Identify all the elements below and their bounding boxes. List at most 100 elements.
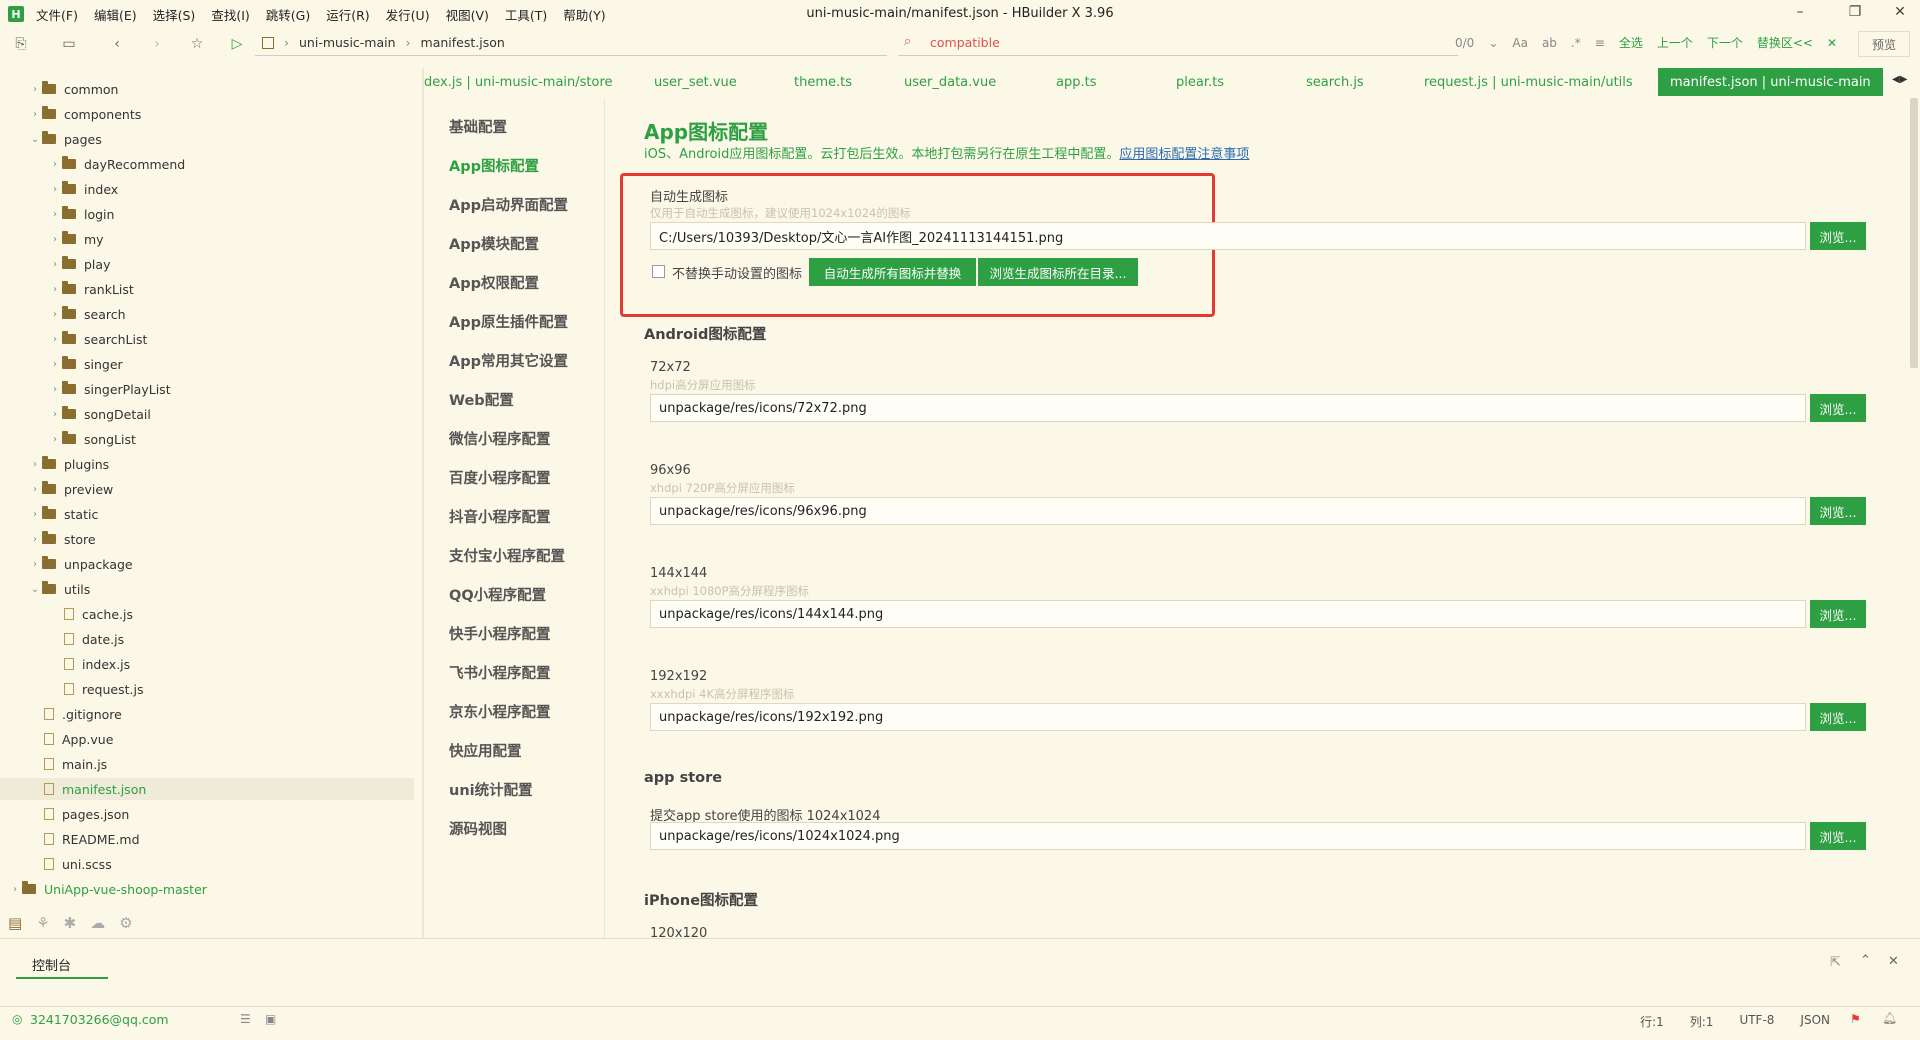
editor-tab[interactable]: app.ts [1056,68,1096,96]
plugin-icon[interactable]: ⚘ [36,914,49,932]
tree-folder[interactable]: › plugins [28,453,109,475]
chevron-right-icon[interactable]: › [48,184,62,195]
project-manager-icon[interactable]: ▤ [8,914,22,932]
find-prev-button[interactable]: 上一个 [1657,34,1693,51]
tree-folder[interactable]: › songList [48,428,136,450]
android-icon-path-input[interactable]: unpackage/res/icons/144x144.png [650,600,1806,628]
chevron-right-icon[interactable]: › [48,384,62,395]
chevron-right-icon[interactable]: › [28,109,42,120]
settings-nav-item[interactable]: App图标配置 [449,155,539,176]
tree-folder[interactable]: › searchList [48,328,147,350]
settings-nav-item[interactable]: 抖音小程序配置 [449,506,551,527]
account-label[interactable]: 3241703266@qq.com [30,1012,169,1027]
run-icon[interactable]: ▷ [228,35,246,53]
settings-nav-item[interactable]: App模块配置 [449,233,539,254]
tree-folder[interactable]: › login [48,203,114,225]
settings-nav-item[interactable]: App常用其它设置 [449,350,568,371]
console-tab[interactable]: 控制台 [32,955,71,974]
android-icon-browse-button[interactable]: 浏览... [1810,600,1866,628]
close-find-icon[interactable]: ✕ [1827,36,1837,50]
menu-item[interactable]: 文件(F) [36,5,78,24]
editor-tab[interactable]: manifest.json | uni-music-main [1658,68,1883,96]
tree-file[interactable]: request.js [48,678,143,700]
tree-folder[interactable]: › dayRecommend [48,153,185,175]
tree-file[interactable]: main.js [28,753,107,775]
editor-tab[interactable]: dex.js | uni-music-main/store [424,68,613,96]
chevron-down-icon[interactable]: ⌄ [28,584,42,595]
settings-nav-item[interactable]: App原生插件配置 [449,311,568,332]
tree-file[interactable]: index.js [48,653,130,675]
settings-nav-item[interactable]: 基础配置 [449,116,507,137]
wrap-icon[interactable]: ≡ [1595,36,1605,50]
menu-item[interactable]: 运行(R) [326,5,369,24]
open-log-icon[interactable]: ⇱ [1830,955,1841,970]
no-replace-checkbox[interactable] [652,265,665,278]
auto-icon-path-input[interactable]: C:/Users/10393/Desktop/文心一言AI作图_20241113… [650,222,1806,250]
settings-nav-item[interactable]: Web配置 [449,389,514,410]
tree-folder[interactable]: › store [28,528,96,550]
menu-item[interactable]: 跳转(G) [266,5,310,24]
cloud-icon[interactable]: ☁ [90,914,105,932]
settings-nav-item[interactable]: QQ小程序配置 [449,584,546,605]
preview-button[interactable]: 预览 [1858,31,1910,57]
bell-icon[interactable]: 🔔︎ [1882,1011,1897,1025]
chevron-right-icon[interactable]: › [48,434,62,445]
appstore-icon-input[interactable]: unpackage/res/icons/1024x1024.png [650,822,1806,850]
forward-icon[interactable]: › [148,35,166,53]
chevron-right-icon[interactable]: › [28,509,42,520]
settings-nav-item[interactable]: 快手小程序配置 [449,623,551,644]
android-icon-browse-button[interactable]: 浏览... [1810,394,1866,422]
menu-item[interactable]: 编辑(E) [94,5,137,24]
chevron-right-icon[interactable]: › [48,309,62,320]
browse-icon-dir-button[interactable]: 浏览生成图标所在目录... [978,258,1138,286]
settings-nav-item[interactable]: 快应用配置 [449,740,522,761]
auto-icon-browse-button[interactable]: 浏览... [1810,222,1866,250]
close-window-button[interactable]: ✕ [1880,4,1920,20]
breadcrumb-item[interactable]: manifest.json [421,35,505,50]
chevron-right-icon[interactable]: › [28,484,42,495]
vertical-scrollbar[interactable] [1910,98,1918,368]
tree-file[interactable]: .gitignore [28,703,122,725]
android-icon-path-input[interactable]: unpackage/res/icons/96x96.png [650,497,1806,525]
debug-icon[interactable]: ✱ [64,914,77,932]
tree-file[interactable]: cache.js [48,603,133,625]
chevron-right-icon[interactable]: › [28,84,42,95]
col-indicator[interactable]: 列:1 [1690,1013,1714,1030]
chevron-down-icon[interactable]: ⌄ [28,134,42,145]
tree-file[interactable]: App.vue [28,728,113,750]
save-icon[interactable]: ▭ [60,35,78,53]
tab-scroll-arrows-icon[interactable]: ◀▶ [1892,74,1907,85]
language-indicator[interactable]: JSON [1800,1013,1830,1030]
chevron-right-icon[interactable]: › [48,159,62,170]
tree-folder[interactable]: › components [28,103,141,125]
notification-icon[interactable]: ⚑ [1850,1012,1861,1026]
chevron-right-icon[interactable]: › [48,359,62,370]
settings-nav-item[interactable]: App启动界面配置 [449,194,568,215]
settings-nav-item[interactable]: 支付宝小程序配置 [449,545,565,566]
settings-nav-item[interactable]: 飞书小程序配置 [449,662,551,683]
settings-nav-item[interactable]: 京东小程序配置 [449,701,551,722]
tree-folder[interactable]: › my [48,228,104,250]
chevron-right-icon[interactable]: › [48,209,62,220]
android-icon-browse-button[interactable]: 浏览... [1810,497,1866,525]
chevron-right-icon[interactable]: › [8,884,22,895]
settings-nav-item[interactable]: 源码视图 [449,818,507,839]
tree-file[interactable]: README.md [28,828,140,850]
editor-tab[interactable]: user_set.vue [654,68,737,96]
regex-icon[interactable]: .* [1571,36,1581,50]
close-console-icon[interactable]: ✕ [1888,954,1899,969]
menu-item[interactable]: 帮助(Y) [563,5,605,24]
menu-item[interactable]: 查找(I) [211,5,249,24]
editor-tab[interactable]: search.js [1306,68,1364,96]
editor-tab[interactable]: request.js | uni-music-main/utils [1424,68,1633,96]
tree-folder[interactable]: › rankList [48,278,134,300]
minimize-button[interactable]: – [1780,4,1820,20]
android-icon-path-input[interactable]: unpackage/res/icons/72x72.png [650,394,1806,422]
menu-item[interactable]: 发行(U) [386,5,430,24]
chevron-down-icon[interactable]: ⌄ [1488,36,1498,50]
tree-file[interactable]: date.js [48,628,124,650]
terminal-icon[interactable]: ▣ [265,1012,276,1026]
whole-word-icon[interactable]: ab [1542,36,1557,50]
tree-folder[interactable]: › static [28,503,98,525]
editor-tab[interactable]: user_data.vue [904,68,996,96]
